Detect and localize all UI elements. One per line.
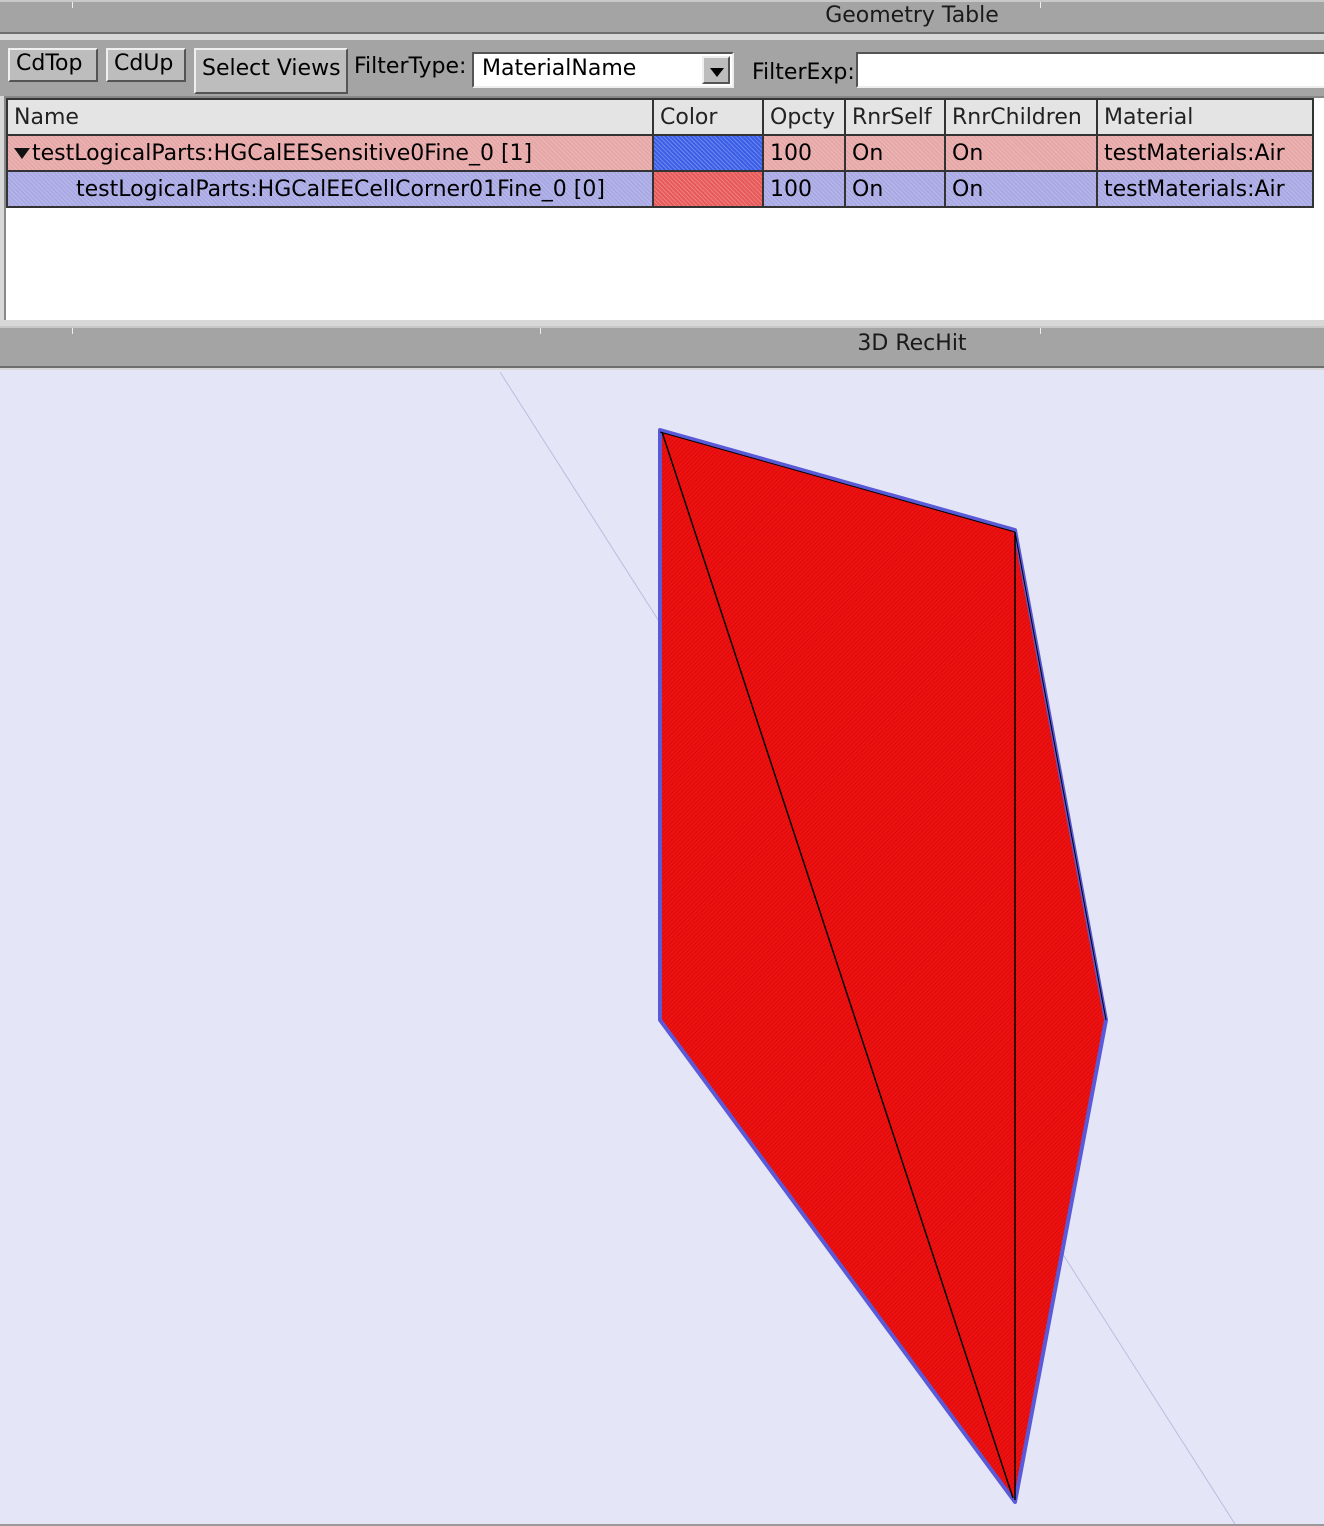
- expand-triangle-icon[interactable]: [14, 148, 30, 159]
- color-swatch[interactable]: [652, 134, 764, 172]
- rechit-title: 3D RecHit: [857, 331, 967, 356]
- cdup-button[interactable]: CdUp: [106, 48, 186, 82]
- filter-exp-input[interactable]: [856, 52, 1324, 88]
- select-views-button[interactable]: Select Views: [194, 48, 348, 94]
- table-row[interactable]: testLogicalParts:HGCalEECellCorner01Fine…: [6, 170, 1314, 208]
- row-rnrchildren[interactable]: On: [944, 170, 1098, 208]
- rechit-3d-viewer[interactable]: [0, 370, 1324, 1526]
- filter-type-value: MaterialName: [482, 56, 637, 81]
- row-opacity[interactable]: 100: [762, 134, 846, 172]
- column-header-rnrself[interactable]: RnrSelf: [844, 98, 946, 136]
- table-header-row: Name Color Opcty RnrSelf RnrChildren Mat…: [6, 98, 1314, 136]
- row-rnrself[interactable]: On: [844, 134, 946, 172]
- row-material: testMaterials:Air: [1096, 170, 1314, 208]
- filter-type-select[interactable]: MaterialName: [472, 52, 734, 88]
- column-header-rnrchildren[interactable]: RnrChildren: [944, 98, 1098, 136]
- geometry-toolbar: CdTop CdUp Select Views FilterType: Mate…: [0, 40, 1324, 96]
- chevron-down-icon[interactable]: [702, 56, 730, 84]
- column-header-opacity[interactable]: Opcty: [762, 98, 846, 136]
- column-header-material[interactable]: Material: [1096, 98, 1314, 136]
- row-opacity[interactable]: 100: [762, 170, 846, 208]
- filter-type-label: FilterType:: [354, 54, 467, 79]
- geometry-table-titlebar[interactable]: Geometry Table: [0, 0, 1324, 34]
- geometry-table: Name Color Opcty RnrSelf RnrChildren Mat…: [4, 96, 1324, 320]
- row-name: testLogicalParts:HGCalEESensitive0Fine_0…: [32, 140, 533, 166]
- table-row[interactable]: testLogicalParts:HGCalEESensitive0Fine_0…: [6, 134, 1314, 172]
- rechit-3d-canvas[interactable]: [0, 370, 1324, 1524]
- filter-exp-label: FilterExp:: [752, 60, 855, 85]
- row-name-cell[interactable]: testLogicalParts:HGCalEESensitive0Fine_0…: [6, 134, 654, 172]
- column-header-color[interactable]: Color: [652, 98, 764, 136]
- row-name: testLogicalParts:HGCalEECellCorner01Fine…: [76, 176, 605, 202]
- column-header-name[interactable]: Name: [6, 98, 654, 136]
- rechit-titlebar[interactable]: 3D RecHit: [0, 326, 1324, 368]
- rechit-cell-shape[interactable]: [658, 428, 1108, 1504]
- row-rnrself[interactable]: On: [844, 170, 946, 208]
- row-material: testMaterials:Air: [1096, 134, 1314, 172]
- geometry-table-title: Geometry Table: [825, 3, 999, 28]
- row-name-cell[interactable]: testLogicalParts:HGCalEECellCorner01Fine…: [6, 170, 654, 208]
- row-rnrchildren[interactable]: On: [944, 134, 1098, 172]
- cdtop-button[interactable]: CdTop: [8, 48, 98, 82]
- color-swatch[interactable]: [652, 170, 764, 208]
